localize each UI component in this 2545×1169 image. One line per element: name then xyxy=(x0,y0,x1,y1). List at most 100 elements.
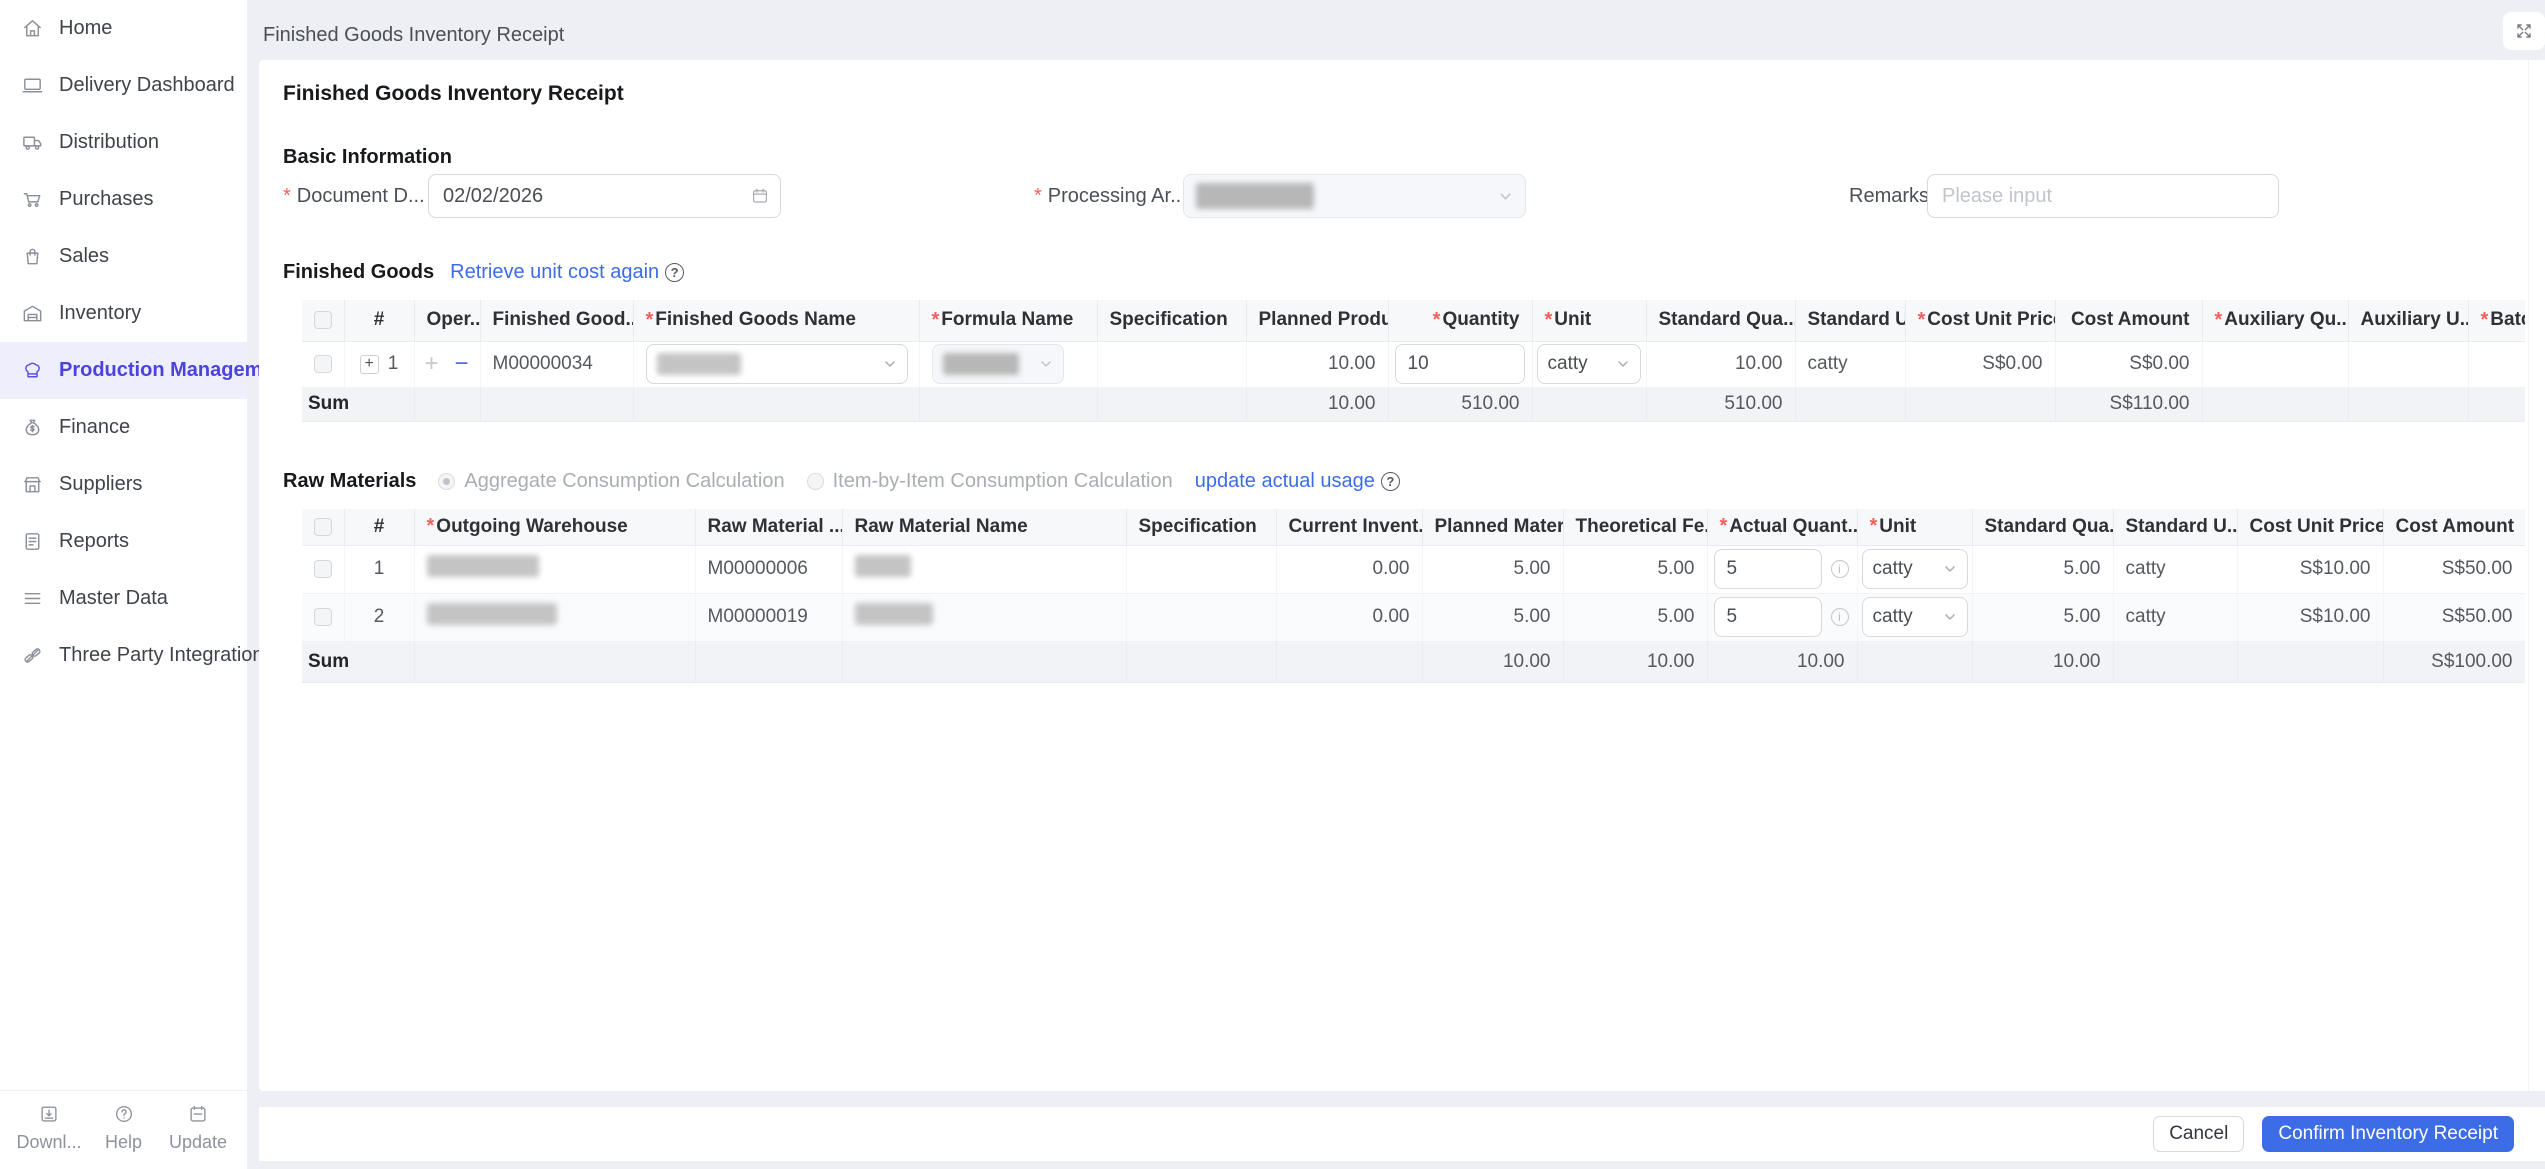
sidebar-item-master-data[interactable]: Master Data xyxy=(0,570,247,627)
cart-icon xyxy=(23,193,41,208)
sidebar-item-suppliers[interactable]: Suppliers xyxy=(0,456,247,513)
fg-col-standard-qty: Standard Qua... xyxy=(1646,300,1796,342)
rm-row-checkbox[interactable] xyxy=(313,607,332,626)
rm-planned-cell: 5.00 xyxy=(1422,593,1564,642)
fg-sum-planned: 10.00 xyxy=(1246,387,1389,422)
fullscreen-button[interactable] xyxy=(2503,12,2545,50)
rm-col-cost-amount: Cost Amount xyxy=(2383,509,2525,546)
fg-col-aux-qty: Auxiliary Qu... xyxy=(2202,300,2349,342)
finished-goods-name-select[interactable] xyxy=(645,344,908,384)
remarks-input[interactable] xyxy=(1927,174,2279,218)
rm-col-standard-qty: Standard Qua... xyxy=(1972,509,2114,546)
chevron-down-icon xyxy=(1040,361,1051,367)
sidebar-item-purchases[interactable]: Purchases xyxy=(0,171,247,228)
calendar-icon[interactable] xyxy=(751,187,769,205)
confirm-inventory-receipt-button[interactable]: Confirm Inventory Receipt xyxy=(2262,1116,2514,1152)
finished-goods-table: # Oper... Finished Good... Finished Good… xyxy=(302,300,2525,422)
expand-row-button[interactable] xyxy=(359,354,379,374)
actual-quantity-input[interactable] xyxy=(1713,549,1822,589)
rm-theoretical-cell: 5.00 xyxy=(1563,593,1708,642)
sidebar-help-button[interactable]: Help xyxy=(87,1103,161,1169)
sidebar-item-label: Production Management xyxy=(59,359,293,381)
shopping-bag-icon xyxy=(26,248,39,265)
redacted-value xyxy=(854,555,911,577)
rm-specification-cell xyxy=(1126,593,1277,642)
retrieve-unit-cost-link[interactable]: Retrieve unit cost again xyxy=(450,261,659,284)
row-index: 1 xyxy=(387,353,399,374)
document-date-input[interactable] xyxy=(428,174,781,218)
required-asterisk xyxy=(1034,185,1044,208)
rm-cost-amount-cell: S$50.00 xyxy=(2383,545,2525,594)
rm-row-checkbox[interactable] xyxy=(313,559,332,578)
fg-number-cell: M00000034 xyxy=(480,341,634,388)
fg-col-operation: Oper... xyxy=(414,300,481,342)
info-icon[interactable] xyxy=(1830,608,1849,626)
rm-select-all-checkbox[interactable] xyxy=(313,517,332,536)
rm-header-row: # Outgoing Warehouse Raw Material ... Ra… xyxy=(302,509,2525,546)
update-actual-usage-help-icon[interactable] xyxy=(1380,471,1400,491)
rm-warehouse-cell xyxy=(414,593,696,642)
sidebar-item-label: Sales xyxy=(59,245,110,267)
fg-select-all-checkbox[interactable] xyxy=(313,311,332,330)
rm-standard-qty-cell: 5.00 xyxy=(1972,593,2114,642)
quantity-input[interactable] xyxy=(1394,344,1525,384)
unit-select[interactable]: catty xyxy=(1861,549,1968,589)
sidebar-item-label: Reports xyxy=(59,530,130,552)
unit-select[interactable]: catty xyxy=(1536,344,1641,384)
info-icon[interactable] xyxy=(1830,560,1849,578)
list-lines-icon xyxy=(24,592,41,605)
fg-col-name: Finished Goods Name xyxy=(633,300,920,342)
sidebar-item-label: Suppliers xyxy=(59,473,143,495)
sidebar-item-sales[interactable]: Sales xyxy=(0,228,247,285)
chevron-down-icon xyxy=(884,361,895,367)
sidebar-item-home[interactable]: Home xyxy=(0,0,247,57)
rm-sum-planned: 10.00 xyxy=(1422,641,1564,683)
basic-information-row: Document D... : Processing Ar... : Remar… xyxy=(259,174,2545,218)
fg-row-checkbox[interactable] xyxy=(313,354,332,373)
remove-row-icon[interactable] xyxy=(455,352,469,376)
rm-standard-unit-cell: catty xyxy=(2113,545,2238,594)
retrieve-unit-cost-help-icon[interactable] xyxy=(665,262,685,282)
update-actual-usage-link[interactable]: update actual usage xyxy=(1195,470,1375,493)
redacted-value xyxy=(656,353,741,375)
rm-cost-unit-price-cell: S$10.00 xyxy=(2237,545,2384,594)
sidebar-item-production-management[interactable]: Production Management xyxy=(0,342,292,399)
sidebar: Home Delivery Dashboard Distribution Pur… xyxy=(0,0,292,1169)
sidebar-update-button[interactable]: Update xyxy=(161,1103,235,1169)
rm-col-theoretical: Theoretical Fe... xyxy=(1563,509,1708,546)
sidebar-item-three-party-integration[interactable]: Three Party Integration xyxy=(0,627,264,684)
main-form-card: Finished Goods Inventory Receipt Basic I… xyxy=(259,60,2545,1091)
scrollbar-track[interactable] xyxy=(2528,60,2529,1091)
required-asterisk xyxy=(932,309,942,332)
fg-aux-qty-cell xyxy=(2202,341,2349,388)
sidebar-item-label: Inventory xyxy=(59,302,142,324)
sidebar-item-delivery-dashboard[interactable]: Delivery Dashboard xyxy=(0,57,247,114)
sidebar-item-reports[interactable]: Reports xyxy=(0,513,247,570)
add-row-icon[interactable] xyxy=(425,352,439,376)
rm-cost-amount-cell: S$50.00 xyxy=(2383,593,2525,642)
raw-materials-header: Raw Materials Aggregate Consumption Calc… xyxy=(283,468,1400,494)
fg-batch-cell xyxy=(2468,341,2525,388)
required-asterisk xyxy=(283,185,293,208)
fg-cost-unit-price-cell: S$0.00 xyxy=(1905,341,2056,388)
sidebar-item-inventory[interactable]: Inventory xyxy=(0,285,247,342)
fg-col-standard-unit: Standard U... xyxy=(1795,300,1906,342)
update-calendar-icon xyxy=(190,1105,206,1122)
required-asterisk xyxy=(1433,309,1443,332)
unit-select[interactable]: catty xyxy=(1861,597,1968,637)
sidebar-item-label: Delivery Dashboard xyxy=(59,74,235,96)
rm-specification-cell xyxy=(1126,545,1277,594)
sidebar-item-distribution[interactable]: Distribution xyxy=(0,114,247,171)
cancel-button[interactable]: Cancel xyxy=(2153,1116,2245,1152)
finished-goods-header: Finished Goods Retrieve unit cost again xyxy=(283,259,685,285)
rm-number-cell: M00000006 xyxy=(695,545,843,594)
sidebar-item-finance[interactable]: Finance xyxy=(0,399,247,456)
sidebar-download-button[interactable]: Downl... xyxy=(12,1103,86,1169)
rm-warehouse-cell xyxy=(414,545,696,594)
rm-sum-standard-qty: 10.00 xyxy=(1972,641,2114,683)
actual-quantity-input[interactable] xyxy=(1713,597,1822,637)
rm-theoretical-cell: 5.00 xyxy=(1563,545,1708,594)
rm-table-row: 1 M00000006 0.00 5.00 5.00 catty 5.00 ca… xyxy=(302,545,2525,594)
processing-area-label: Processing Ar... : xyxy=(1034,174,1198,218)
rm-col-planned: Planned Mater... xyxy=(1422,509,1564,546)
